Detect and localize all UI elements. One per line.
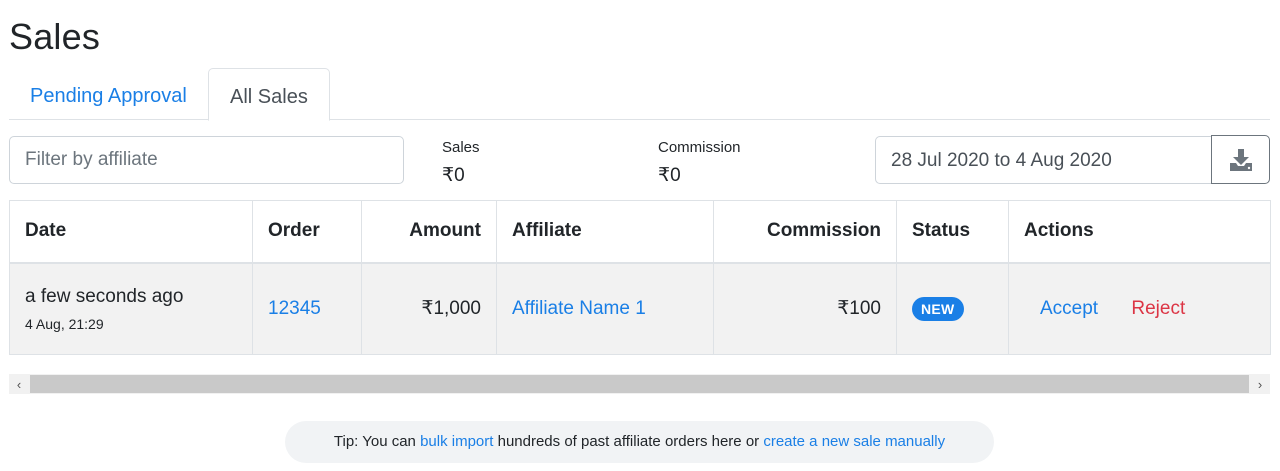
horizontal-scrollbar[interactable]: ‹ › xyxy=(9,374,1270,394)
status-badge: NEW xyxy=(912,296,964,321)
tip-banner: Tip: You can bulk import hundreds of pas… xyxy=(285,421,994,463)
tabs-bar: Pending Approval All Sales xyxy=(9,68,1270,121)
scrollbar-thumb[interactable] xyxy=(30,375,1249,393)
affiliate-filter-input[interactable] xyxy=(9,136,404,184)
date-range-input[interactable]: 28 Jul 2020 to 4 Aug 2020 xyxy=(875,136,1212,184)
order-link[interactable]: 12345 xyxy=(268,298,321,319)
cell-actions: Accept Reject xyxy=(1008,262,1271,355)
cell-affiliate: Affiliate Name 1 xyxy=(496,262,714,355)
commission-stat: Commission ₹0 xyxy=(658,139,741,187)
sales-table: Date Order Amount Affiliate Commission S… xyxy=(9,200,1271,355)
table-header-row: Date Order Amount Affiliate Commission S… xyxy=(9,200,1271,264)
date-relative: a few seconds ago xyxy=(25,285,184,307)
cell-order: 12345 xyxy=(252,262,362,355)
scroll-left-arrow[interactable]: ‹ xyxy=(9,374,29,394)
tab-all-sales[interactable]: All Sales xyxy=(208,68,330,121)
header-order[interactable]: Order xyxy=(252,200,362,264)
table-row: a few seconds ago 4 Aug, 21:29 12345 ₹1,… xyxy=(9,262,1271,355)
commission-stat-label: Commission xyxy=(658,139,741,156)
cell-amount: ₹1,000 xyxy=(361,262,497,355)
scroll-right-arrow[interactable]: › xyxy=(1250,374,1270,394)
date-exact: 4 Aug, 21:29 xyxy=(25,315,104,332)
sales-stat: Sales ₹0 xyxy=(442,139,480,187)
cell-date: a few seconds ago 4 Aug, 21:29 xyxy=(9,262,253,355)
sales-table-container: Date Order Amount Affiliate Commission S… xyxy=(9,200,1271,355)
affiliate-link[interactable]: Affiliate Name 1 xyxy=(512,298,646,319)
header-actions: Actions xyxy=(1008,200,1271,264)
header-commission[interactable]: Commission xyxy=(713,200,897,264)
sales-stat-label: Sales xyxy=(442,139,480,156)
cell-status: NEW xyxy=(896,262,1009,355)
download-button[interactable] xyxy=(1211,135,1270,184)
create-sale-link[interactable]: create a new sale manually xyxy=(763,433,945,450)
page-title: Sales xyxy=(9,16,101,57)
header-status[interactable]: Status xyxy=(896,200,1009,264)
download-icon xyxy=(1229,148,1252,171)
tip-prefix: Tip: You can xyxy=(333,433,421,450)
commission-stat-value: ₹0 xyxy=(658,165,681,186)
cell-commission: ₹100 xyxy=(713,262,897,355)
header-date[interactable]: Date xyxy=(9,200,253,264)
accept-button[interactable]: Accept xyxy=(1040,298,1098,319)
bulk-import-link[interactable]: bulk import xyxy=(420,433,493,450)
tab-pending-approval[interactable]: Pending Approval xyxy=(9,68,208,120)
tip-middle: hundreds of past affiliate orders here o… xyxy=(493,433,764,450)
sales-stat-value: ₹0 xyxy=(442,165,465,186)
header-affiliate[interactable]: Affiliate xyxy=(496,200,714,264)
reject-button[interactable]: Reject xyxy=(1131,298,1185,319)
header-amount[interactable]: Amount xyxy=(361,200,497,264)
